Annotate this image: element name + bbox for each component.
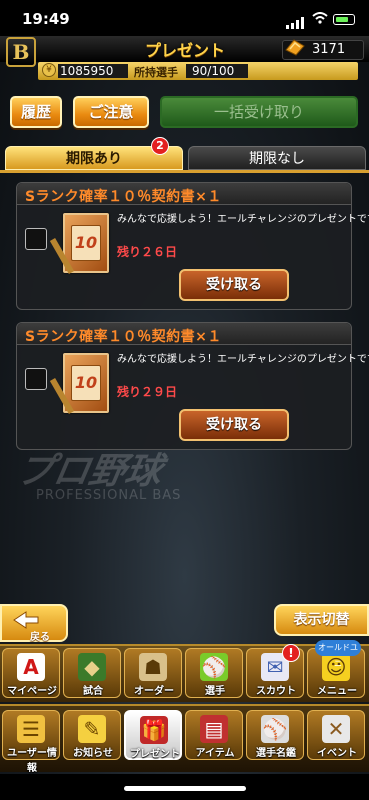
crossed-bats-icon: ✕ — [322, 715, 350, 743]
gift-icon: 🎁 — [140, 716, 168, 744]
nav-label: 選手名鑑 — [256, 748, 296, 759]
wifi-icon — [312, 12, 328, 28]
nav-label: メニュー — [317, 686, 357, 697]
tab-badge: 2 — [151, 137, 169, 155]
nav-label: 選手 — [205, 686, 225, 697]
home-indicator[interactable] — [124, 786, 246, 791]
nav-label: マイページ — [7, 686, 57, 697]
nav-player-directory[interactable]: ⚾ 選手名鑑 — [246, 710, 304, 760]
item-book-icon: ▤ — [200, 715, 228, 743]
coin-icon — [284, 38, 306, 61]
back-button[interactable]: 戻る — [0, 604, 68, 643]
present-checkbox[interactable] — [25, 228, 47, 250]
signal-icon — [286, 14, 306, 33]
nav-label: プレゼント — [130, 749, 180, 760]
present-checkbox[interactable] — [25, 368, 47, 390]
present-item: Sランク確率１０％契約書×１ 10 みんなで応援しよう！エールチャレンジのプレゼ… — [16, 182, 369, 310]
nav-match[interactable]: ◆ 試合 — [63, 648, 121, 698]
status-time: 19:49 — [22, 10, 70, 28]
present-item-header: Sランク確率１０％契約書×１ — [17, 323, 351, 345]
contract-card-icon: 10 — [49, 213, 109, 274]
nav-present[interactable]: 🎁 プレゼント — [124, 710, 182, 760]
user-info-icon: ☰ — [17, 715, 45, 743]
owned-players-value: 90/100 — [192, 64, 235, 78]
nav-label: 試合 — [83, 686, 103, 697]
display-toggle-button[interactable]: 表示切替 — [274, 604, 369, 636]
owned-players-label: 所持選手 — [134, 66, 178, 79]
nav-label: スカウト — [256, 686, 296, 697]
nav-players[interactable]: ⚾ 選手 — [185, 648, 243, 698]
stadium-icon: ◆ — [78, 653, 106, 681]
news-icon: ✎ — [78, 715, 106, 743]
nav-mypage[interactable]: A マイページ — [2, 648, 60, 698]
nav-label: イベント — [317, 748, 357, 759]
history-button[interactable]: 履歴 — [10, 96, 62, 128]
nav-label: お知らせ — [73, 748, 113, 759]
tab-underline — [0, 170, 369, 173]
receive-button[interactable]: 受け取る — [179, 269, 289, 301]
card-label: 10 — [71, 365, 101, 401]
team-logo: B — [6, 37, 36, 67]
money-icon: ¥ — [42, 63, 56, 77]
present-remaining: 残り２９日 — [117, 385, 178, 399]
nav-news[interactable]: ✎ お知らせ — [63, 710, 121, 760]
status-bar: 19:49 — [0, 0, 369, 36]
player-icon: ⚾ — [200, 653, 228, 681]
nav-user-info[interactable]: ☰ ユーザー情報 — [2, 710, 60, 774]
present-item: Sランク確率１０％契約書×１ 10 みんなで応援しよう！エールチャレンジのプレゼ… — [16, 322, 369, 450]
present-remaining: 残り２６日 — [117, 245, 178, 259]
present-description: みんなで応援しよう！エールチャレンジのプレゼントです。 — [117, 354, 369, 365]
contract-card-icon: 10 — [49, 353, 109, 414]
scout-alert-badge: ! — [282, 644, 300, 662]
present-description: みんなで応援しよう！エールチャレンジのプレゼントです。 — [117, 214, 369, 225]
nav-label: アイテム — [195, 748, 235, 759]
back-label: 戻る — [30, 632, 50, 643]
present-title: Sランク確率１０％契約書×１ — [25, 329, 222, 345]
nav-order[interactable]: ☗ オーダー — [124, 648, 182, 698]
order-icon: ☗ — [139, 653, 167, 681]
present-item-header: Sランク確率１０％契約書×１ — [17, 183, 351, 205]
money-value: 1085950 — [60, 64, 114, 78]
old-uniform-bubble: オールドユニ — [315, 640, 361, 668]
receive-button[interactable]: 受け取る — [179, 409, 289, 441]
caution-button[interactable]: ご注意 — [73, 96, 149, 128]
batter-icon: ⚾ — [261, 715, 289, 743]
card-label: 10 — [71, 225, 101, 261]
tab-no-deadline[interactable]: 期限なし — [188, 146, 366, 170]
nav-label: オーダー — [134, 686, 174, 697]
background-subtext: PROFESSIONAL BAS — [36, 488, 182, 503]
bulk-receive-button[interactable]: 一括受け取り — [160, 96, 358, 128]
battery-icon — [333, 14, 355, 25]
nav-event[interactable]: ✕ イベント — [307, 710, 365, 760]
nav-items[interactable]: ▤ アイテム — [185, 710, 243, 760]
nav-label: ユーザー情報 — [7, 748, 57, 774]
coin-count: 3171 — [312, 42, 346, 57]
present-title: Sランク確率１０％契約書×１ — [25, 189, 222, 205]
mypage-icon: A — [17, 653, 45, 681]
page-title: プレゼント — [144, 41, 225, 60]
